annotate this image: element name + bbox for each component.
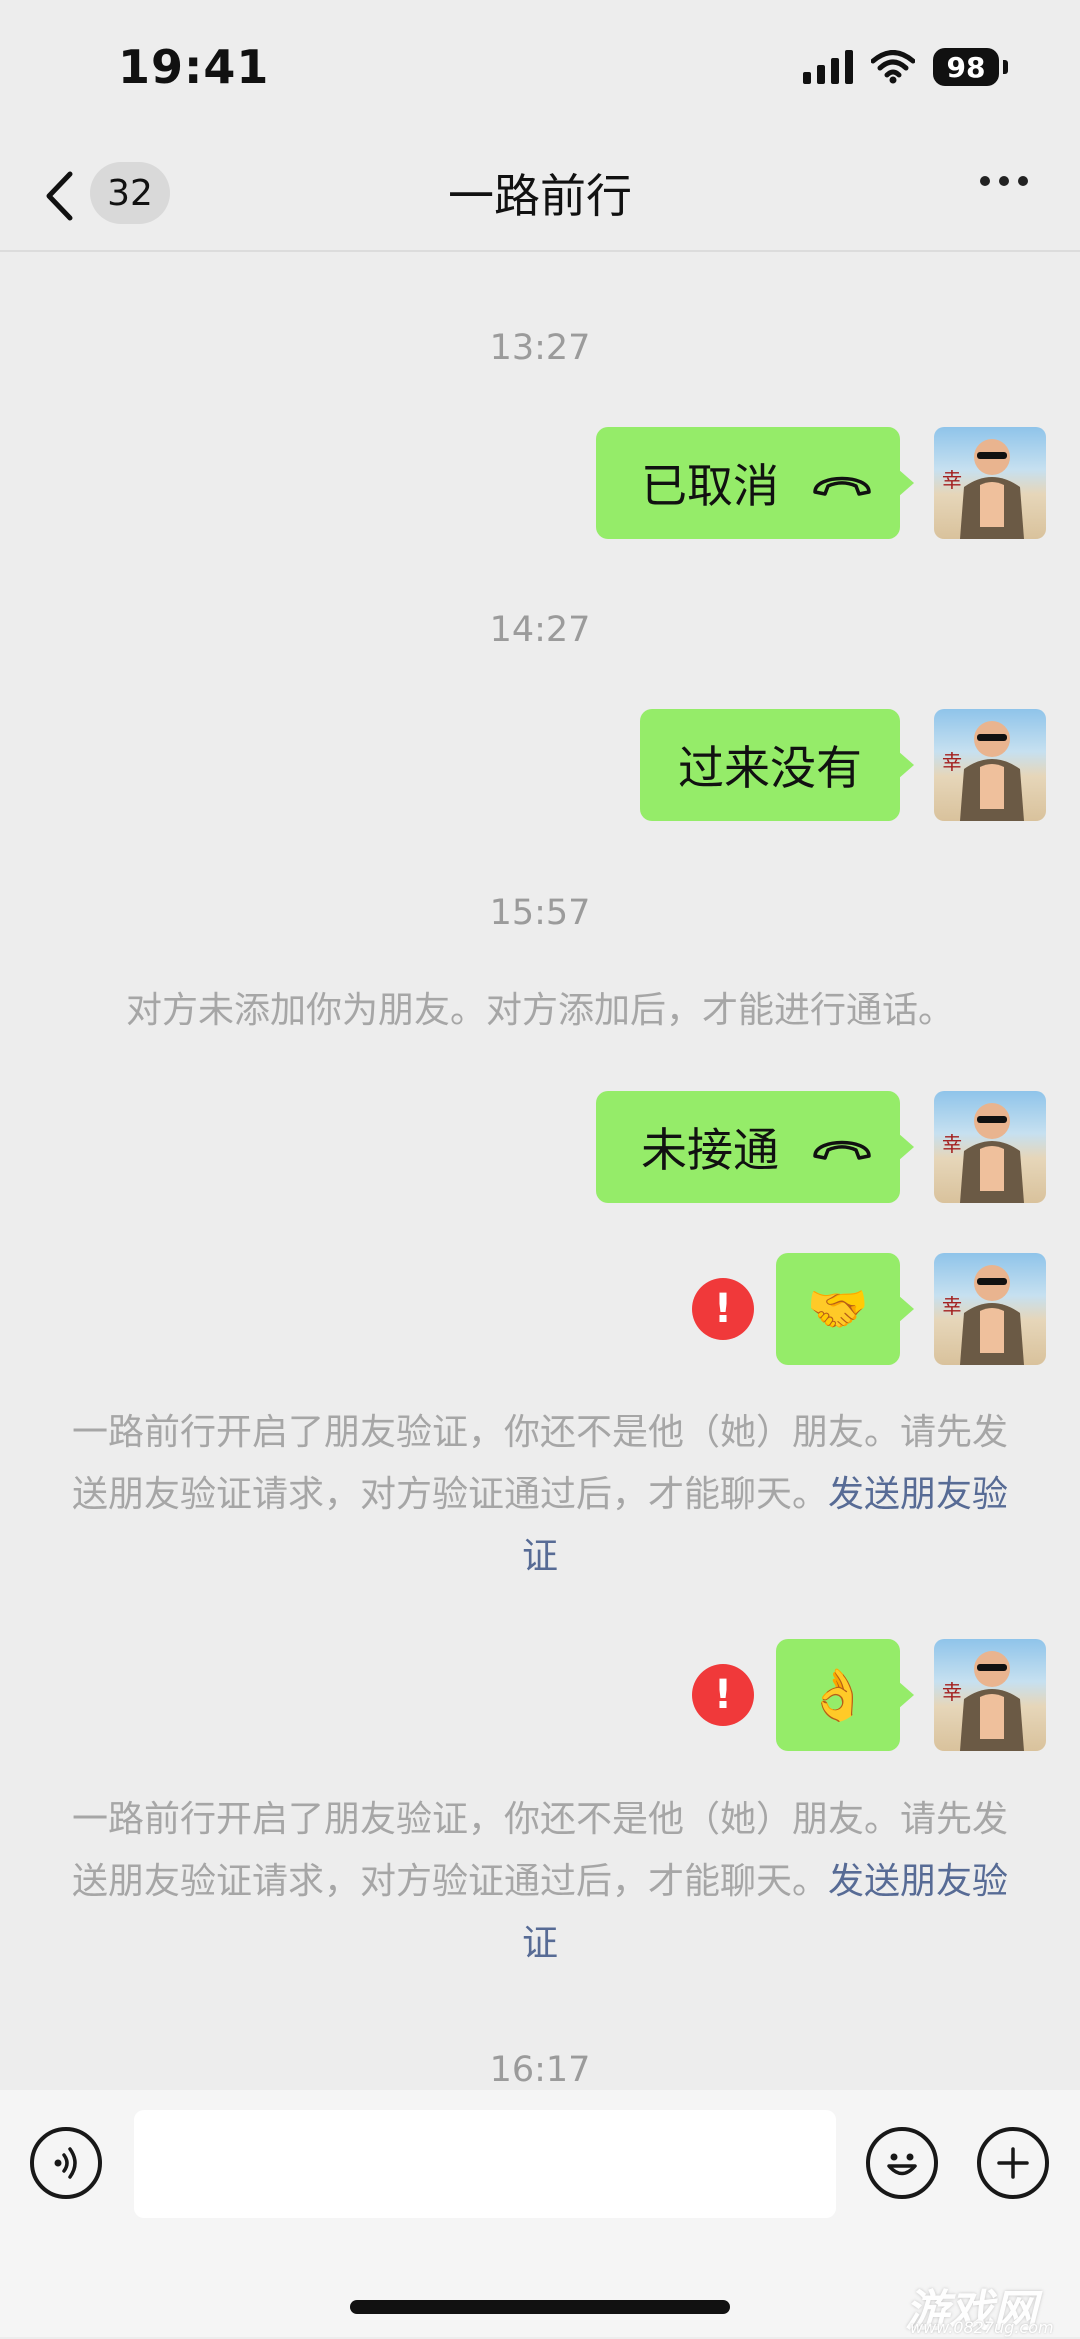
more-functions-button[interactable] bbox=[977, 2127, 1049, 2199]
friend-verification-notice: 一路前行开启了朋友验证，你还不是他（她）朋友。请先发送朋友验证请求，对方验证通过… bbox=[60, 1789, 1020, 1975]
home-indicator[interactable] bbox=[350, 2300, 730, 2314]
emoji-message-bubble[interactable]: 👌 bbox=[776, 1639, 914, 1751]
svg-text:幸: 幸 bbox=[942, 750, 962, 774]
svg-text:幸: 幸 bbox=[942, 468, 962, 492]
voice-icon bbox=[54, 2147, 77, 2179]
more-dot-icon bbox=[999, 176, 1009, 186]
more-options-button[interactable] bbox=[980, 176, 1028, 186]
cellular-signal-icon bbox=[803, 50, 853, 84]
send-failed-icon[interactable]: ! bbox=[692, 1664, 754, 1726]
chat-title: 一路前行 bbox=[448, 169, 632, 223]
svg-text:幸: 幸 bbox=[942, 1132, 962, 1156]
avatar[interactable]: 幸 bbox=[934, 1253, 1046, 1365]
avatar-image-icon: 幸 bbox=[942, 1265, 1024, 1365]
more-dot-icon bbox=[1018, 176, 1028, 186]
phone-hangup-icon bbox=[813, 476, 871, 496]
call-status-text: 已取消 bbox=[641, 459, 779, 513]
message-timestamp: 14:27 bbox=[489, 610, 591, 650]
svg-text:幸: 幸 bbox=[942, 1680, 962, 1704]
avatar-image-icon: 幸 bbox=[942, 439, 1024, 539]
message-input[interactable] bbox=[134, 2110, 836, 2218]
smiley-icon bbox=[887, 2153, 917, 2176]
emoji-message-bubble[interactable]: 🤝 bbox=[776, 1253, 914, 1365]
message-timestamp: 15:57 bbox=[489, 893, 591, 933]
battery-level: 98 bbox=[933, 48, 999, 86]
ok-hand-emoji: 👌 bbox=[806, 1666, 870, 1724]
watermark-url: www.0827ug.com bbox=[910, 2318, 1054, 2337]
status-time: 19:41 bbox=[118, 40, 270, 94]
avatar-image-icon: 幸 bbox=[942, 1103, 1024, 1203]
call-status-text: 未接通 bbox=[641, 1123, 779, 1177]
plus-icon bbox=[997, 2147, 1029, 2179]
avatar-image-icon: 幸 bbox=[942, 1651, 1024, 1751]
status-icons: 98 bbox=[803, 48, 1008, 86]
voice-input-button[interactable] bbox=[30, 2127, 102, 2199]
more-dot-icon bbox=[980, 176, 990, 186]
avatar[interactable]: 幸 bbox=[934, 427, 1046, 539]
call-message-bubble[interactable]: 未接通 bbox=[596, 1091, 914, 1203]
avatar[interactable]: 幸 bbox=[934, 1091, 1046, 1203]
call-message-bubble[interactable]: 已取消 bbox=[596, 427, 914, 539]
system-notice: 对方未添加你为朋友。对方添加后，才能进行通话。 bbox=[125, 990, 954, 1031]
avatar[interactable]: 幸 bbox=[934, 1639, 1046, 1751]
message-timestamp: 16:17 bbox=[489, 2050, 591, 2090]
emoji-button[interactable] bbox=[866, 2127, 938, 2199]
avatar[interactable]: 幸 bbox=[934, 709, 1046, 821]
avatar-image-icon: 幸 bbox=[942, 721, 1024, 821]
handshake-emoji: 🤝 bbox=[806, 1280, 870, 1338]
svg-text:幸: 幸 bbox=[942, 1294, 962, 1318]
battery-icon bbox=[1003, 60, 1008, 74]
phone-hangup-icon bbox=[813, 1140, 871, 1160]
message-timestamp: 13:27 bbox=[489, 328, 591, 368]
friend-verification-notice: 一路前行开启了朋友验证，你还不是他（她）朋友。请先发送朋友验证请求，对方验证通过… bbox=[60, 1402, 1020, 1588]
message-text: 过来没有 bbox=[678, 741, 862, 795]
send-failed-icon[interactable]: ! bbox=[692, 1278, 754, 1340]
wifi-icon bbox=[871, 50, 915, 84]
text-message-bubble[interactable]: 过来没有 bbox=[640, 709, 914, 821]
